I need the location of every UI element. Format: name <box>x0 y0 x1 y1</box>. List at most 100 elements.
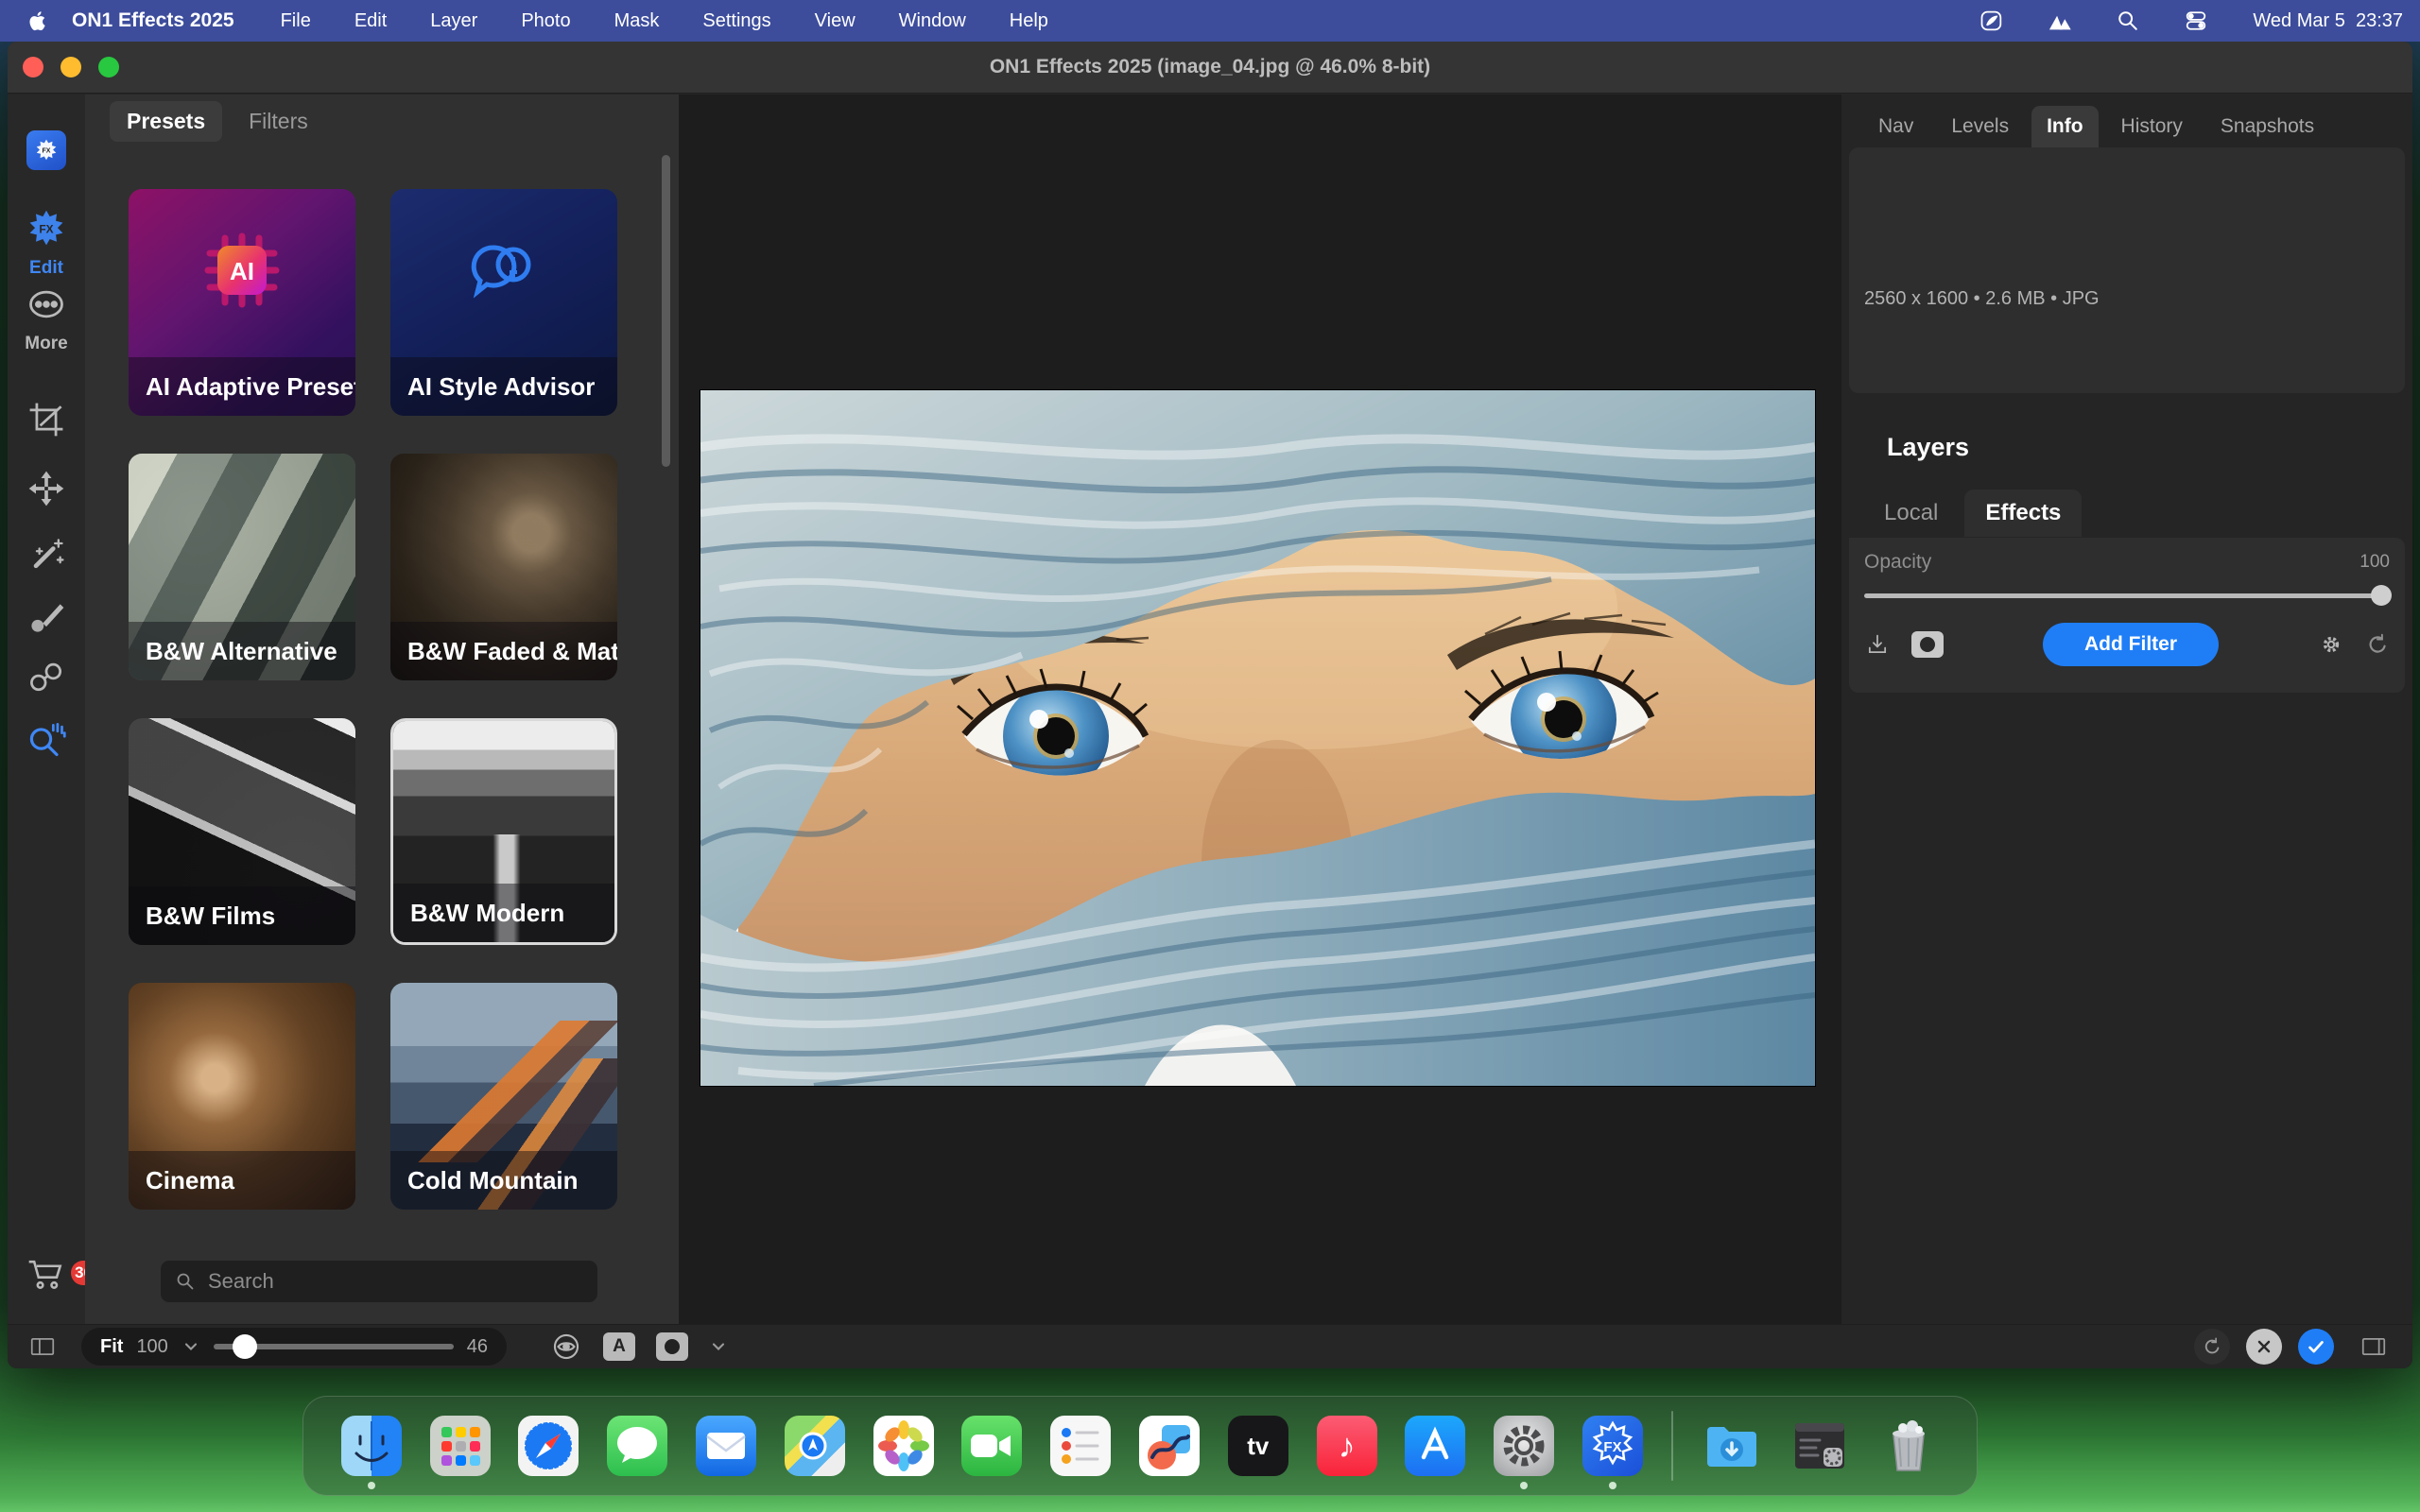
menu-item-edit[interactable]: Edit <box>354 10 387 32</box>
zoom-pan-tool-button[interactable] <box>8 718 85 765</box>
store-cart-button[interactable]: 30 <box>8 1253 85 1295</box>
export-preset-icon[interactable] <box>1864 631 1891 658</box>
preview-eye-icon[interactable] <box>550 1331 582 1363</box>
dock-item-finder[interactable] <box>341 1416 402 1476</box>
effects-settings-gear-icon[interactable] <box>2318 631 2344 658</box>
zoom-slider-knob[interactable] <box>233 1334 257 1359</box>
mask-view-icon[interactable] <box>656 1332 688 1361</box>
presets-tab-presets[interactable]: Presets <box>110 101 222 142</box>
opacity-slider[interactable] <box>1864 585 2390 606</box>
dock-item-freeform[interactable] <box>1139 1416 1200 1476</box>
dock-item-music[interactable]: ♪ <box>1317 1416 1377 1476</box>
refine-tool-button[interactable] <box>8 656 85 702</box>
preset-tile[interactable]: B&W Modern <box>390 718 617 945</box>
title-bar[interactable]: ON1 Effects 2025 (image_04.jpg @ 46.0% 8… <box>8 42 2412 94</box>
status-control-center-icon[interactable] <box>2182 7 2210 35</box>
status-search-icon[interactable] <box>2114 7 2142 35</box>
dock-item-facetime[interactable] <box>961 1416 1022 1476</box>
toggle-left-panel-icon[interactable] <box>28 1332 57 1361</box>
zoom-percent[interactable]: 100 <box>136 1336 167 1358</box>
reset-button[interactable] <box>2194 1329 2230 1365</box>
layers-tab-local[interactable]: Local <box>1863 490 1959 537</box>
preset-tile[interactable]: AIAI Adaptive Presets <box>129 189 355 416</box>
menu-app-name[interactable]: ON1 Effects 2025 <box>72 9 234 32</box>
add-filter-button[interactable]: Add Filter <box>2043 623 2219 666</box>
preset-label: B&W Faded & Matte <box>390 622 617 680</box>
status-on1-logo-icon[interactable] <box>1978 7 2006 35</box>
right-tab-nav[interactable]: Nav <box>1863 106 1928 147</box>
cancel-button[interactable] <box>2246 1329 2282 1365</box>
preset-tile[interactable]: Cold Mountain <box>390 983 617 1210</box>
presets-tab-filters[interactable]: Filters <box>232 101 325 142</box>
dock-item-trash[interactable] <box>1878 1416 1939 1476</box>
right-tab-info[interactable]: Info <box>2031 106 2098 147</box>
layers-tab-effects[interactable]: Effects <box>1964 490 2082 537</box>
zoom-window-button[interactable] <box>98 57 119 77</box>
apple-menu-icon[interactable] <box>17 9 59 33</box>
status-mountain-icon[interactable] <box>2046 7 2074 35</box>
preset-tile[interactable]: B&W Faded & Matte <box>390 454 617 680</box>
edit-module-button[interactable]: FXEdit <box>8 208 85 279</box>
dock-item-settings[interactable] <box>1494 1416 1554 1476</box>
menu-item-view[interactable]: View <box>815 10 856 32</box>
dock-item-minimized-window[interactable] <box>1789 1416 1850 1476</box>
menu-item-file[interactable]: File <box>281 10 311 32</box>
zoom-hand-icon <box>26 718 67 765</box>
info-panel: 2560 x 1600 • 2.6 MB • JPG <box>1849 147 2405 393</box>
svg-text:FX: FX <box>39 223 53 236</box>
dock-item-photos[interactable] <box>873 1416 934 1476</box>
refine-icon <box>26 656 67 702</box>
menu-item-settings[interactable]: Settings <box>702 10 770 32</box>
preset-label: B&W Alternative <box>129 622 355 680</box>
menu-item-help[interactable]: Help <box>1010 10 1048 32</box>
minimize-window-button[interactable] <box>60 57 81 77</box>
dock-item-appletv[interactable]: tv <box>1228 1416 1288 1476</box>
fit-button[interactable]: Fit <box>100 1336 123 1358</box>
menu-clock[interactable]: Wed Mar 5 23:37 <box>2253 10 2403 32</box>
mask-brush-tool-button[interactable] <box>8 597 85 644</box>
canvas-area[interactable] <box>679 94 1841 1324</box>
appstore-icon <box>1405 1416 1465 1476</box>
dock-item-maps[interactable] <box>785 1416 845 1476</box>
right-tab-levels[interactable]: Levels <box>1936 106 2024 147</box>
crop-tool-button[interactable] <box>8 399 85 445</box>
right-tab-snapshots[interactable]: Snapshots <box>2205 106 2329 147</box>
menu-item-layer[interactable]: Layer <box>430 10 477 32</box>
preset-tile[interactable]: Cinema <box>129 983 355 1210</box>
photo-image[interactable] <box>700 390 1815 1086</box>
presets-scrollbar[interactable] <box>662 155 670 467</box>
dock-item-appstore[interactable] <box>1405 1416 1465 1476</box>
compare-a-icon[interactable]: A <box>603 1332 635 1361</box>
menu-item-photo[interactable]: Photo <box>521 10 570 32</box>
more-modules-button[interactable]: More <box>8 284 85 354</box>
ai-wand-tool-button[interactable] <box>8 533 85 579</box>
menu-item-mask[interactable]: Mask <box>614 10 660 32</box>
dock-item-launchpad[interactable] <box>430 1416 491 1476</box>
right-tab-history[interactable]: History <box>2106 106 2198 147</box>
effects-reset-icon[interactable] <box>2365 632 2390 657</box>
move-tool-button[interactable] <box>8 468 85 514</box>
toggle-right-panel-icon[interactable] <box>2360 1332 2388 1361</box>
appletv-icon: tv <box>1228 1416 1288 1476</box>
view-options-chevron-icon[interactable] <box>709 1337 728 1356</box>
dock-item-downloads[interactable] <box>1702 1416 1762 1476</box>
opacity-slider-knob[interactable] <box>2371 585 2392 606</box>
menu-item-window[interactable]: Window <box>899 10 966 32</box>
layer-mask-icon[interactable] <box>1911 631 1944 658</box>
dock-item-on1fx[interactable]: FX <box>1582 1416 1643 1476</box>
preset-tile[interactable]: B&W Alternative <box>129 454 355 680</box>
search-input[interactable] <box>208 1269 584 1294</box>
dock-item-messages[interactable] <box>607 1416 667 1476</box>
dock-item-mail[interactable] <box>696 1416 756 1476</box>
preset-tile[interactable]: B&W Films <box>129 718 355 945</box>
preset-label: AI Adaptive Presets <box>129 357 355 416</box>
brush-icon <box>26 597 67 644</box>
zoom-dropdown-chevron-icon[interactable] <box>182 1337 200 1356</box>
close-window-button[interactable] <box>23 57 43 77</box>
dock-item-safari[interactable] <box>518 1416 579 1476</box>
dock-item-reminders[interactable] <box>1050 1416 1111 1476</box>
done-button[interactable] <box>2298 1329 2334 1365</box>
preset-tile[interactable]: AI Style Advisor <box>390 189 617 416</box>
preset-search[interactable] <box>161 1261 597 1302</box>
zoom-slider[interactable] <box>214 1334 454 1359</box>
